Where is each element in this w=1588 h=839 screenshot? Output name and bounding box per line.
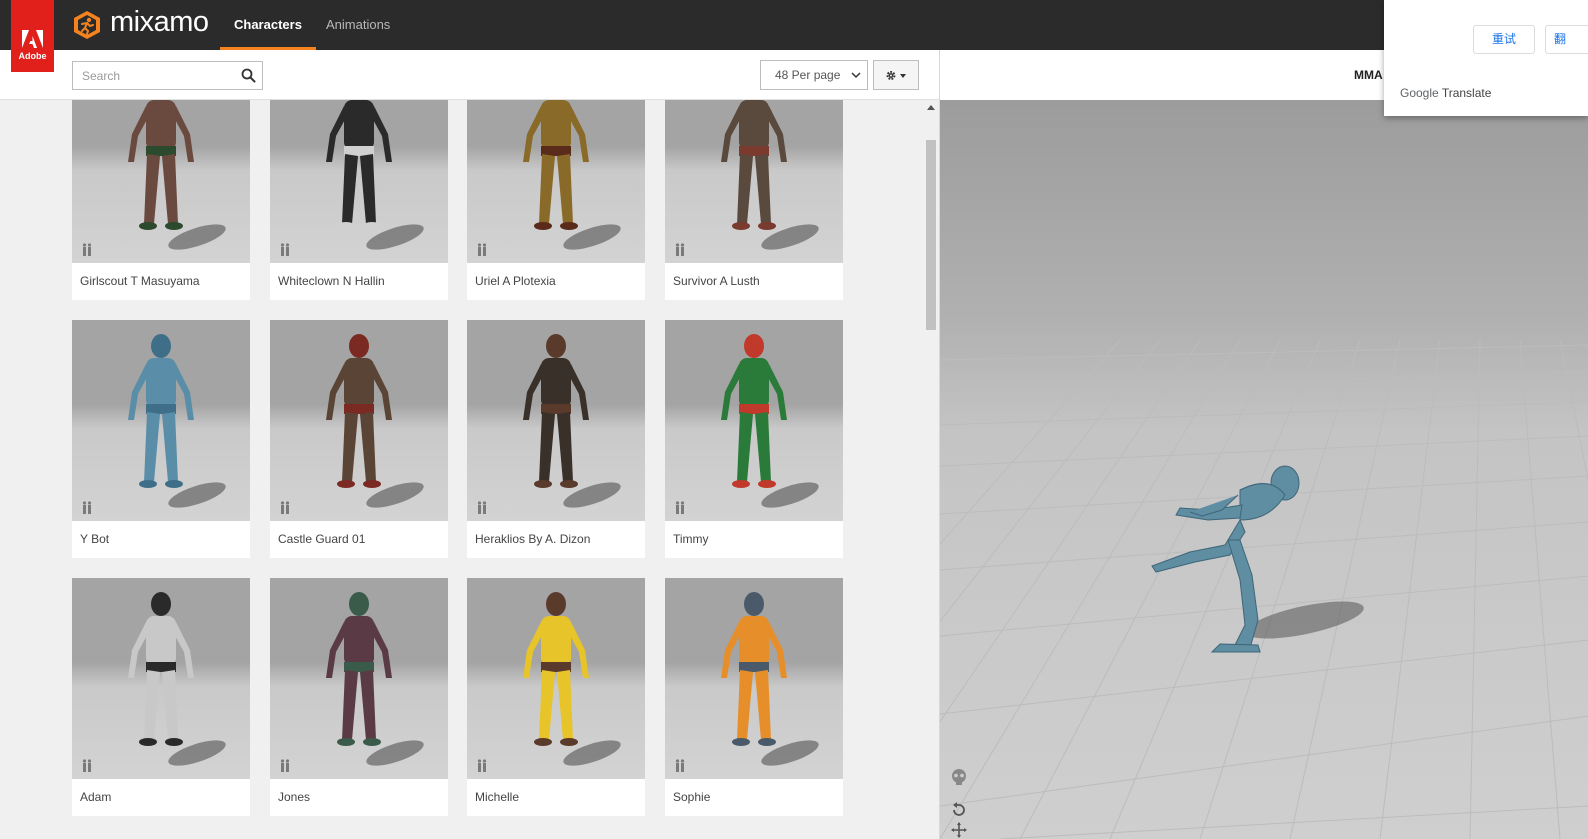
scroll-up-arrow[interactable] (927, 105, 935, 110)
top-navigation-bar: mixamo Characters Animations (0, 0, 1588, 50)
tab-characters[interactable]: Characters (220, 0, 316, 50)
character-thumbnail[interactable] (270, 578, 448, 779)
google-translate-label: Google Translate (1400, 86, 1491, 100)
character-card[interactable]: Heraklios By A. Dizon (467, 320, 645, 558)
character-name: Castle Guard 01 (278, 532, 366, 546)
viewport-title: MMA (1354, 68, 1383, 82)
character-model (128, 100, 194, 230)
character-card[interactable]: Uriel A Plotexia (467, 100, 645, 300)
settings-dropdown-button[interactable] (873, 60, 919, 90)
character-model (523, 334, 589, 488)
character-card[interactable]: Survivor A Lusth (665, 100, 843, 300)
character-model (326, 334, 392, 488)
character-model (326, 100, 392, 230)
humanoid-icon (477, 759, 487, 772)
mixamo-logo-icon[interactable] (72, 10, 102, 40)
ybot-3d-model (1151, 465, 1364, 653)
character-model (128, 592, 194, 746)
translate-second-button[interactable]: 翻 (1545, 25, 1588, 54)
gear-icon (886, 70, 906, 81)
adobe-a-icon (22, 30, 43, 48)
preview-viewport: MMA (939, 50, 1588, 839)
humanoid-icon (82, 759, 92, 772)
character-thumbnail[interactable] (72, 320, 250, 521)
character-thumbnail[interactable] (467, 100, 645, 263)
pan-move-icon[interactable] (950, 821, 968, 839)
character-card[interactable]: Adam (72, 578, 250, 816)
character-card[interactable]: Michelle (467, 578, 645, 816)
character-model (326, 592, 392, 746)
character-name: Girlscout T Masuyama (80, 274, 200, 288)
character-model (721, 100, 787, 230)
character-grid: Girlscout T Masuyama Whiteclown N Hallin U… (0, 100, 939, 839)
retry-button[interactable]: 重试 (1473, 25, 1535, 54)
3d-scene[interactable] (940, 100, 1588, 839)
skeleton-icon[interactable] (950, 768, 968, 786)
character-thumbnail[interactable] (665, 100, 843, 263)
chevron-down-icon (851, 72, 861, 79)
scrollbar-thumb[interactable] (926, 140, 936, 330)
reset-rotate-icon[interactable] (950, 801, 968, 819)
humanoid-icon (675, 759, 685, 772)
character-model (721, 334, 787, 488)
character-card[interactable]: Y Bot (72, 320, 250, 558)
grid-scrollbar[interactable] (923, 100, 939, 839)
character-name: Timmy (673, 532, 709, 546)
character-name: Whiteclown N Hallin (278, 274, 385, 288)
character-thumbnail[interactable] (467, 320, 645, 521)
google-translate-popup: 重试 翻 Google Translate (1384, 0, 1588, 116)
tab-animations[interactable]: Animations (326, 0, 390, 50)
humanoid-icon (477, 501, 487, 514)
adobe-logo[interactable]: Adobe (11, 0, 54, 72)
character-thumbnail[interactable] (467, 578, 645, 779)
character-card[interactable]: Girlscout T Masuyama (72, 100, 250, 300)
character-thumbnail[interactable] (72, 578, 250, 779)
character-card[interactable]: Castle Guard 01 (270, 320, 448, 558)
per-page-select[interactable]: 48 Per page (760, 60, 868, 90)
character-name: Uriel A Plotexia (475, 274, 556, 288)
character-name: Michelle (475, 790, 520, 804)
character-model (523, 100, 589, 230)
character-thumbnail[interactable] (665, 578, 843, 779)
character-model (721, 592, 787, 746)
adobe-label: Adobe (18, 51, 47, 61)
humanoid-icon (280, 759, 290, 772)
humanoid-icon (280, 243, 290, 256)
character-name: Jones (278, 790, 311, 804)
character-card[interactable]: Jones (270, 578, 448, 816)
character-thumbnail[interactable] (72, 100, 250, 263)
character-thumbnail[interactable] (270, 320, 448, 521)
character-card[interactable]: Timmy (665, 320, 843, 558)
search-box[interactable] (72, 61, 263, 90)
humanoid-icon (280, 501, 290, 514)
character-card[interactable]: Sophie (665, 578, 843, 816)
character-model (523, 592, 589, 746)
character-name: Sophie (673, 790, 711, 804)
humanoid-icon (675, 501, 685, 514)
character-card[interactable]: Whiteclown N Hallin (270, 100, 448, 300)
character-name: Y Bot (80, 532, 110, 546)
search-icon[interactable] (241, 68, 256, 83)
character-name: Survivor A Lusth (673, 274, 760, 288)
character-thumbnail[interactable] (270, 100, 448, 263)
humanoid-icon (477, 243, 487, 256)
mixamo-logo-text[interactable]: mixamo (110, 6, 209, 39)
translate-word: Translate (1441, 86, 1492, 100)
humanoid-icon (82, 501, 92, 514)
character-name: Heraklios By A. Dizon (475, 532, 591, 546)
google-word: Google (1400, 86, 1439, 100)
humanoid-icon (82, 243, 92, 256)
character-thumbnail[interactable] (665, 320, 843, 521)
per-page-value: 48 Per page (775, 68, 841, 82)
character-name: Adam (80, 790, 112, 804)
character-model (128, 334, 194, 488)
humanoid-icon (675, 243, 685, 256)
search-input[interactable] (73, 62, 233, 89)
